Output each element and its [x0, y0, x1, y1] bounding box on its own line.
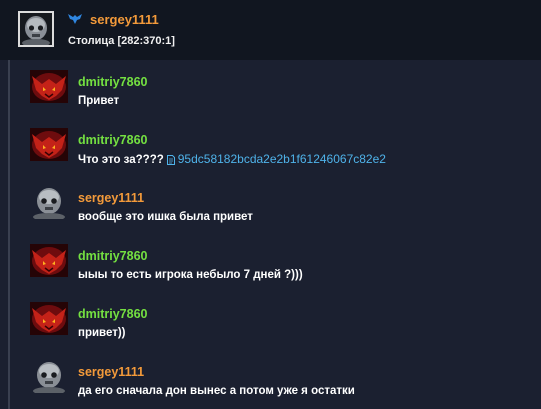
chat-header: sergey1111 Столица [282:370:1]	[0, 0, 541, 60]
robot-face-icon	[20, 13, 52, 45]
avatar[interactable]	[18, 11, 54, 47]
avatar[interactable]	[30, 244, 68, 277]
message-author[interactable]: dmitriy7860	[78, 132, 147, 148]
avatar[interactable]	[30, 302, 68, 335]
red-demon-icon	[30, 244, 68, 277]
chat-message: dmitriy7860 ыыы то есть игрока небыло 7 …	[30, 242, 535, 292]
header-author-name[interactable]: sergey1111	[90, 12, 159, 28]
message-author[interactable]: dmitriy7860	[78, 248, 147, 264]
avatar[interactable]	[30, 128, 68, 161]
chat-message-list[interactable]: dmitriy7860 Привет dmitriy7860 Что это з…	[0, 60, 541, 409]
message-text-content: Что это за????	[78, 154, 164, 166]
thread-line	[8, 60, 10, 409]
avatar[interactable]	[30, 186, 68, 219]
message-text: Привет	[78, 95, 120, 107]
document-icon[interactable]	[166, 155, 175, 165]
robot-face-icon	[30, 186, 68, 219]
message-text: привет))	[78, 327, 126, 339]
message-text: да его сначала дон вынес а потом уже я о…	[78, 385, 355, 397]
message-author[interactable]: sergey1111	[78, 364, 144, 380]
chat-message: dmitriy7860 Привет	[30, 68, 535, 118]
message-text: ыыы то есть игрока небыло 7 дней ?)))	[78, 269, 303, 281]
red-demon-icon	[30, 70, 68, 103]
chat-message: sergey1111 да его сначала дон вынес а по…	[30, 358, 535, 408]
chat-message: dmitriy7860 привет))	[30, 300, 535, 350]
message-author[interactable]: dmitriy7860	[78, 306, 147, 322]
header-location[interactable]: Столица [282:370:1]	[68, 34, 175, 48]
message-text: вообще это ишка была привет	[78, 211, 253, 223]
message-author[interactable]: sergey1111	[78, 190, 144, 206]
avatar[interactable]	[30, 70, 68, 103]
red-demon-icon	[30, 128, 68, 161]
chat-message: sergey1111 вообще это ишка была привет	[30, 184, 535, 234]
winged-emblem-icon	[68, 14, 82, 24]
avatar[interactable]	[30, 360, 68, 393]
message-text: Что это за???? 95dc58182bcda2e2b1f612460…	[78, 152, 386, 168]
item-hash-link[interactable]: 95dc58182bcda2e2b1f61246067c82e2	[178, 152, 386, 166]
red-demon-icon	[30, 302, 68, 335]
chat-message: dmitriy7860 Что это за???? 95dc58182bcda…	[30, 126, 535, 176]
message-author[interactable]: dmitriy7860	[78, 74, 147, 90]
robot-face-icon	[30, 360, 68, 393]
